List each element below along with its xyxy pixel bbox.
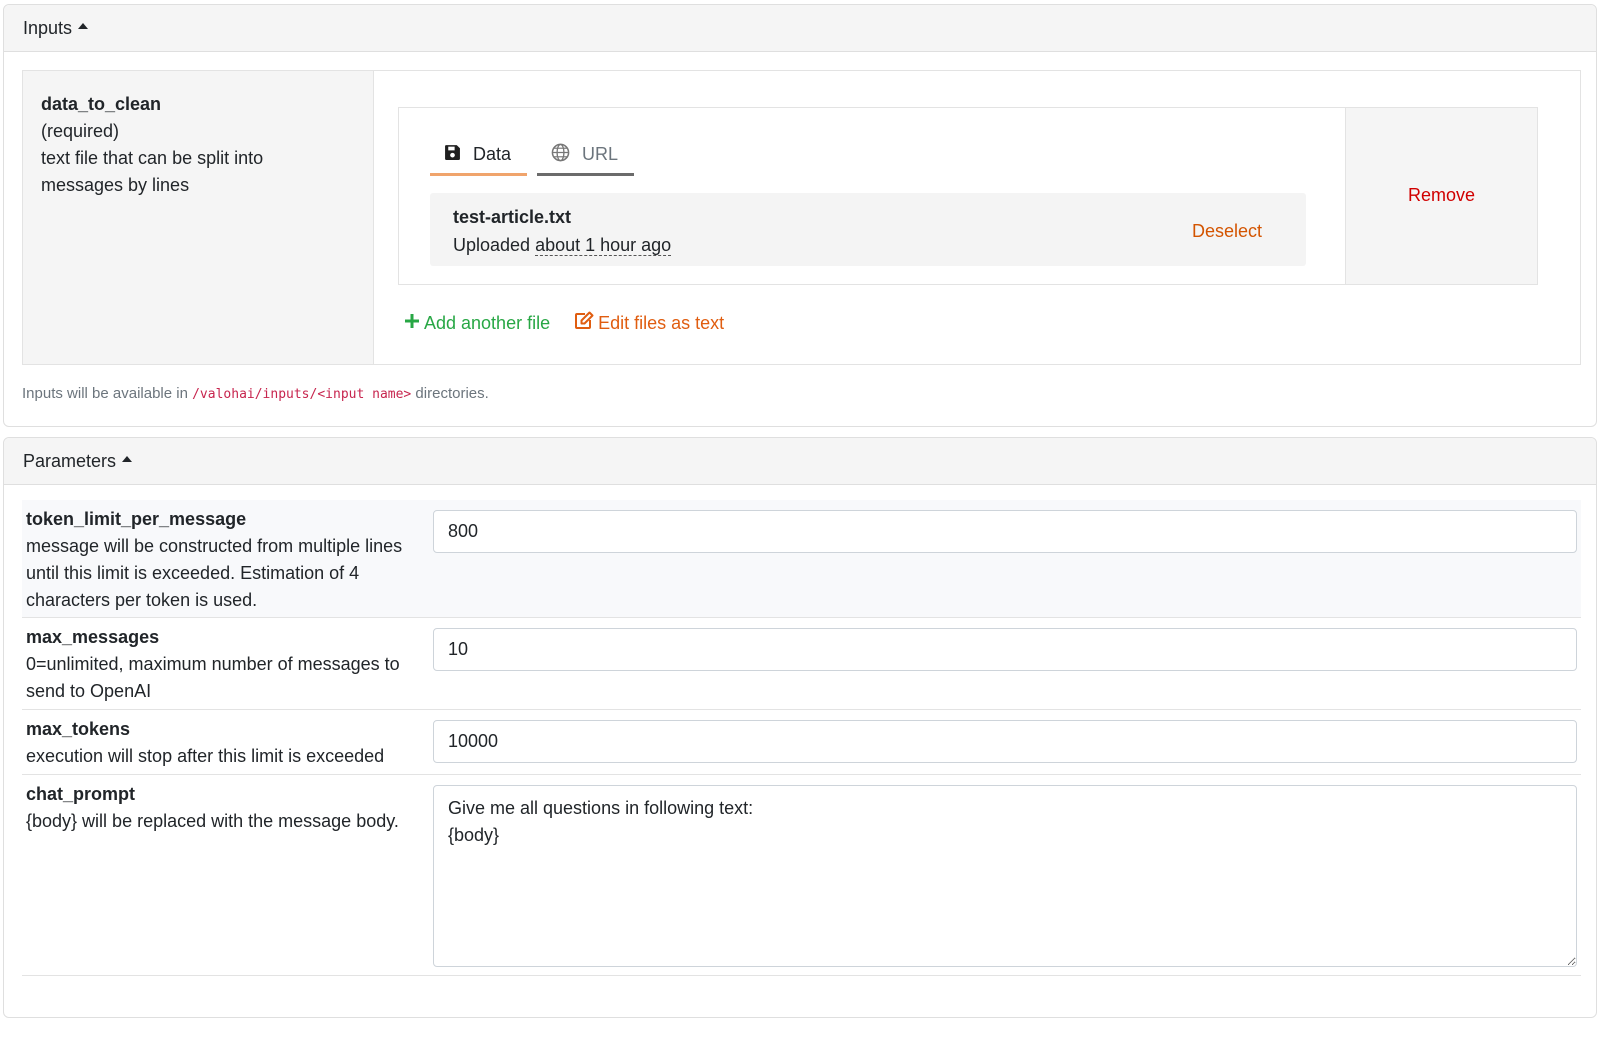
plus-icon	[404, 313, 420, 334]
input-main: Data URL test-article.txt Uploaded about…	[374, 71, 1580, 364]
inputs-note-prefix: Inputs will be available in	[22, 385, 193, 402]
add-another-file-button[interactable]: Add another file	[404, 311, 550, 335]
input-description-line1: text file that can be split into	[41, 148, 264, 168]
file-box: Data URL test-article.txt Uploaded about…	[398, 107, 1538, 285]
tab-url[interactable]: URL	[537, 136, 634, 176]
token-limit-per-message-input[interactable]	[433, 510, 1577, 553]
input-name: data_to_clean	[41, 94, 162, 114]
parameter-row-max-tokens: max_tokens execution will stop after thi…	[22, 710, 1581, 775]
edit-icon	[574, 311, 594, 335]
upload-prefix: Uploaded	[453, 235, 536, 255]
parameter-name: chat_prompt	[26, 784, 136, 804]
edit-files-as-text-label: Edit files as text	[598, 312, 725, 333]
max-messages-input[interactable]	[433, 628, 1577, 671]
parameter-description: token_limit_per_message message will be …	[22, 500, 433, 617]
file-name: test-article.txt	[453, 207, 572, 227]
parameter-row-token-limit: token_limit_per_message message will be …	[22, 500, 1581, 618]
parameter-name: token_limit_per_message	[26, 509, 247, 529]
parameter-name: max_tokens	[26, 719, 131, 739]
add-another-file-label: Add another file	[424, 312, 551, 333]
file-upload-info: Uploaded about 1 hour ago	[453, 231, 1283, 259]
parameter-input-wrap	[433, 710, 1581, 774]
caret-up-icon	[122, 456, 133, 462]
parameter-description: chat_prompt {body} will be replaced with…	[22, 775, 433, 975]
inputs-card: Inputs data_to_clean (required) text fil…	[3, 4, 1597, 427]
input-description-line2: messages by lines	[41, 175, 190, 195]
parameter-help: {body} will be replaced with the message…	[26, 811, 399, 831]
parameter-row-max-messages: max_messages 0=unlimited, maximum number…	[22, 618, 1581, 710]
remove-button[interactable]: Remove	[1408, 185, 1475, 206]
parameter-help: 0=unlimited, maximum number of messages …	[26, 654, 400, 701]
selected-file: test-article.txt Uploaded about 1 hour a…	[430, 193, 1306, 266]
input-row-data-to-clean: data_to_clean (required) text file that …	[22, 70, 1581, 365]
source-tabs: Data URL	[430, 136, 634, 176]
parameter-description: max_tokens execution will stop after thi…	[22, 710, 433, 774]
inputs-path-code: /valohai/inputs/<input name>	[192, 387, 412, 402]
parameter-row-chat-prompt: chat_prompt {body} will be replaced with…	[22, 775, 1581, 976]
parameter-description: max_messages 0=unlimited, maximum number…	[22, 618, 433, 709]
inputs-note-suffix: directories.	[411, 385, 489, 402]
globe-icon	[551, 143, 570, 167]
parameters-card: Parameters token_limit_per_message messa…	[3, 437, 1597, 1018]
chat-prompt-textarea[interactable]: Give me all questions in following text:…	[433, 785, 1577, 967]
file-panel: Data URL test-article.txt Uploaded about…	[399, 108, 1345, 284]
input-description: data_to_clean (required) text file that …	[23, 71, 374, 364]
parameters-header-label: Parameters	[23, 450, 117, 471]
parameter-input-wrap	[433, 618, 1581, 709]
tab-url-label: URL	[582, 144, 619, 164]
caret-up-icon	[78, 23, 89, 29]
parameters-list: token_limit_per_message message will be …	[22, 500, 1581, 976]
inputs-note: Inputs will be available in /valohai/inp…	[22, 385, 489, 402]
deselect-button[interactable]: Deselect	[1192, 217, 1262, 245]
parameter-input-wrap	[433, 500, 1581, 617]
upload-time: about 1 hour ago	[535, 235, 672, 256]
file-actions: Add another file Edit files as text	[404, 311, 724, 335]
inputs-header[interactable]: Inputs	[4, 5, 1596, 52]
parameter-help: execution will stop after this limit is …	[26, 746, 385, 766]
parameter-input-wrap: Give me all questions in following text:…	[433, 775, 1581, 975]
tab-data-label: Data	[473, 144, 512, 164]
remove-panel: Remove	[1345, 108, 1537, 284]
input-required: (required)	[41, 121, 120, 141]
inputs-header-label: Inputs	[23, 17, 73, 38]
max-tokens-input[interactable]	[433, 720, 1577, 763]
floppy-disk-icon	[444, 144, 461, 166]
edit-files-as-text-button[interactable]: Edit files as text	[574, 311, 724, 335]
parameter-name: max_messages	[26, 627, 160, 647]
parameter-help: message will be constructed from multipl…	[26, 536, 403, 610]
tab-data[interactable]: Data	[430, 136, 527, 176]
parameters-header[interactable]: Parameters	[4, 438, 1596, 485]
